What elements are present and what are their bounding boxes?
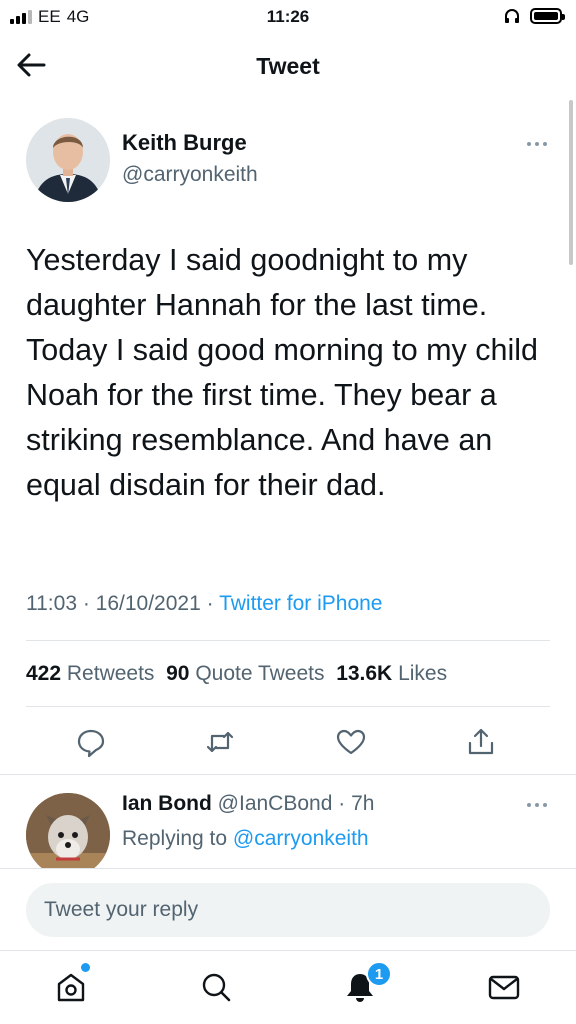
- reply-author-handle[interactable]: @IanCBond: [218, 792, 333, 815]
- divider: [0, 774, 576, 775]
- quotes-count: 90: [166, 662, 190, 685]
- more-icon: [527, 803, 547, 807]
- likes-stat[interactable]: 13.6K Likes: [336, 662, 447, 685]
- tweet-text: Yesterday I said goodnight to my daughte…: [26, 243, 538, 502]
- headphones-icon: [505, 9, 519, 23]
- tab-messages[interactable]: [484, 967, 524, 1007]
- quotes-stat[interactable]: 90 Quote Tweets: [166, 662, 324, 685]
- author-handle[interactable]: @carryonkeith: [122, 163, 258, 187]
- like-button[interactable]: [335, 726, 367, 758]
- more-options-button[interactable]: [526, 136, 548, 152]
- home-new-dot: [81, 963, 90, 972]
- divider: [26, 706, 550, 707]
- replying-to-line: Replying to @carryonkeith: [122, 827, 369, 851]
- status-bar: EE 4G 11:26: [0, 0, 576, 34]
- home-icon: [57, 973, 85, 1002]
- likes-count: 13.6K: [336, 662, 393, 685]
- battery-icon: [530, 8, 565, 24]
- reply-author-avatar[interactable]: [26, 793, 110, 877]
- tweet-date: 16/10/2021: [95, 592, 201, 615]
- reply-author-photo: [26, 793, 110, 877]
- author-name[interactable]: Keith Burge: [122, 130, 247, 156]
- meta-separator: ·: [206, 592, 220, 615]
- author-avatar[interactable]: [26, 118, 110, 202]
- reply-more-options-button[interactable]: [526, 797, 548, 813]
- reply-icon: [77, 729, 105, 758]
- tweet-time: 11:03: [26, 592, 77, 615]
- tab-home[interactable]: [51, 967, 91, 1007]
- status-time: 11:26: [266, 7, 310, 26]
- divider: [26, 640, 550, 641]
- status-right: [504, 8, 565, 24]
- retweets-count: 422: [26, 662, 62, 685]
- page-title: Tweet: [256, 53, 320, 79]
- reply-author-name[interactable]: Ian Bond: [122, 792, 212, 815]
- retweets-label: Retweets: [66, 662, 155, 685]
- tweet-stats: 422 Retweets 90 Quote Tweets 13.6K Likes: [26, 662, 447, 686]
- share-button[interactable]: [465, 726, 497, 758]
- compose-bar: Tweet your reply: [0, 868, 576, 950]
- likes-label: Likes: [398, 662, 448, 685]
- reply-button[interactable]: [75, 726, 107, 758]
- search-icon: [202, 973, 231, 1002]
- tweet-source-link[interactable]: Twitter for iPhone: [219, 592, 382, 615]
- tab-search[interactable]: [196, 967, 236, 1007]
- messages-icon: [488, 975, 520, 1000]
- retweets-stat[interactable]: 422 Retweets: [26, 662, 154, 685]
- scrollbar[interactable]: [569, 100, 573, 265]
- reply-author-line: Ian Bond @IanCBond · 7h: [122, 792, 374, 816]
- reply-input-placeholder: Tweet your reply: [44, 898, 199, 921]
- notifications-badge: 1: [366, 961, 392, 987]
- quotes-label: Quote Tweets: [195, 662, 325, 685]
- retweet-icon: [206, 731, 234, 753]
- author-photo: [26, 118, 110, 202]
- replying-to-label: Replying to: [122, 827, 228, 850]
- replying-to-mention[interactable]: @carryonkeith: [233, 827, 369, 850]
- reply-age: 7h: [351, 792, 375, 815]
- reply-separator: ·: [332, 792, 352, 815]
- more-icon: [527, 142, 547, 146]
- tab-bar: [0, 950, 576, 1024]
- tweet-actions: [0, 722, 576, 762]
- retweet-button[interactable]: [204, 726, 236, 758]
- header: Tweet: [0, 38, 576, 94]
- like-icon: [336, 729, 366, 755]
- reply-input[interactable]: Tweet your reply: [26, 883, 550, 937]
- meta-separator: ·: [82, 592, 96, 615]
- tweet-meta: 11:03 · 16/10/2021 · Twitter for iPhone: [26, 592, 382, 616]
- share-icon: [468, 728, 494, 755]
